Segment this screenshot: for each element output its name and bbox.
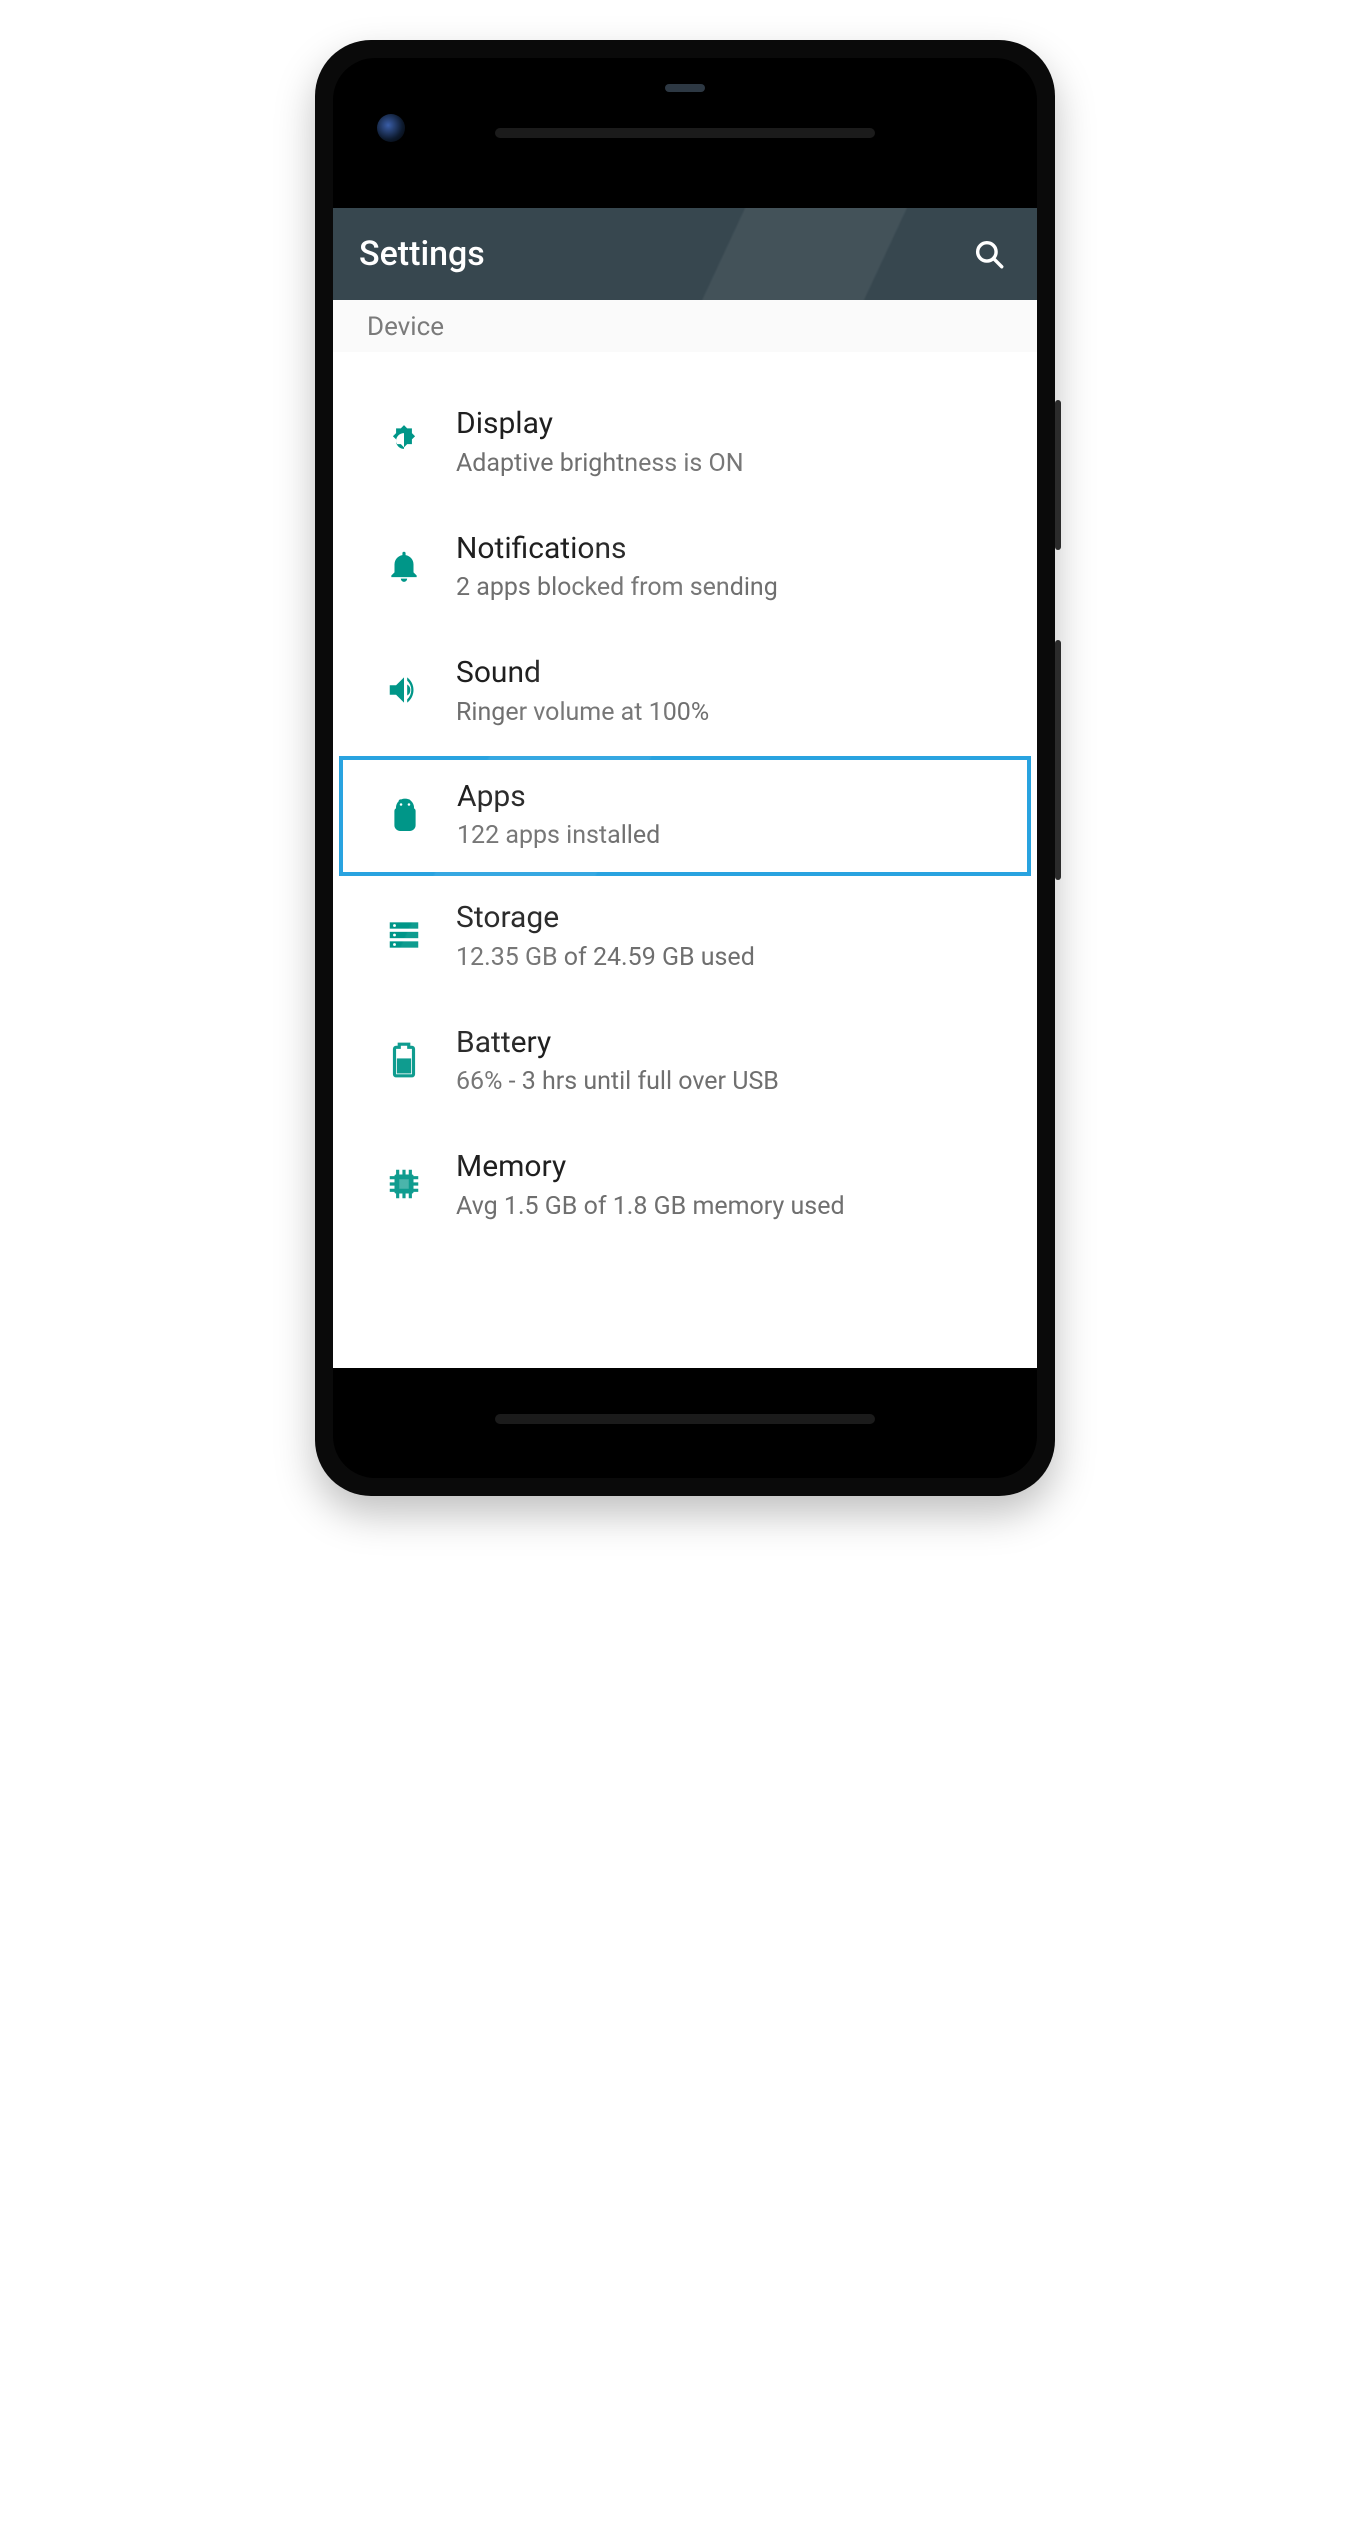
phone-top-bezel xyxy=(333,58,1037,208)
row-texts: Display Adaptive brightness is ON xyxy=(444,405,1006,478)
screen: Settings Device Display Adaptive brightne… xyxy=(333,208,1037,1368)
front-camera xyxy=(377,114,405,142)
row-title: Battery xyxy=(456,1024,1006,1062)
row-subtitle: 66% - 3 hrs until full over USB xyxy=(456,1067,1006,1096)
volume-icon xyxy=(364,671,444,709)
app-bar: Settings xyxy=(333,208,1037,300)
row-title: Memory xyxy=(456,1148,1006,1186)
row-texts: Battery 66% - 3 hrs until full over USB xyxy=(444,1024,1006,1097)
row-texts: Memory Avg 1.5 GB of 1.8 GB memory used xyxy=(444,1148,1006,1221)
storage-icon xyxy=(364,916,444,954)
settings-row-apps[interactable]: Apps 122 apps installed xyxy=(339,756,1031,877)
phone-inner: Settings Device Display Adaptive brightne… xyxy=(333,58,1037,1478)
row-subtitle: 2 apps blocked from sending xyxy=(456,573,1006,602)
row-title: Storage xyxy=(456,899,1006,937)
phone-frame: Settings Device Display Adaptive brightne… xyxy=(315,40,1055,1496)
bell-icon xyxy=(364,547,444,585)
row-subtitle: 122 apps installed xyxy=(457,821,1005,850)
row-title: Sound xyxy=(456,654,1006,692)
row-title: Apps xyxy=(457,778,1005,816)
settings-list: Display Adaptive brightness is ON Notifica… xyxy=(333,352,1037,1250)
settings-row-storage[interactable]: Storage 12.35 GB of 24.59 GB used xyxy=(333,876,1037,1001)
row-texts: Apps 122 apps installed xyxy=(445,778,1005,851)
page-title: Settings xyxy=(359,234,485,274)
battery-icon xyxy=(364,1041,444,1079)
row-texts: Storage 12.35 GB of 24.59 GB used xyxy=(444,899,1006,972)
volume-rocker xyxy=(1055,640,1061,880)
row-texts: Notifications 2 apps blocked from sending xyxy=(444,530,1006,603)
settings-row-display[interactable]: Display Adaptive brightness is ON xyxy=(333,382,1037,507)
memory-icon xyxy=(364,1165,444,1203)
proximity-sensor xyxy=(665,84,705,92)
search-button[interactable] xyxy=(967,232,1011,276)
section-header-device: Device xyxy=(333,300,1037,352)
settings-row-memory[interactable]: Memory Avg 1.5 GB of 1.8 GB memory used xyxy=(333,1125,1037,1250)
phone-bottom-bezel xyxy=(333,1368,1037,1478)
android-icon xyxy=(365,795,445,833)
bottom-speaker xyxy=(495,1414,875,1424)
earpiece-speaker xyxy=(495,128,875,138)
row-texts: Sound Ringer volume at 100% xyxy=(444,654,1006,727)
settings-row-sound[interactable]: Sound Ringer volume at 100% xyxy=(333,631,1037,756)
power-button xyxy=(1055,400,1061,550)
row-subtitle: Ringer volume at 100% xyxy=(456,698,1006,727)
content-area: Device Display Adaptive brightness is ON N… xyxy=(333,300,1037,1250)
row-subtitle: 12.35 GB of 24.59 GB used xyxy=(456,943,1006,972)
row-subtitle: Avg 1.5 GB of 1.8 GB memory used xyxy=(456,1192,1006,1221)
brightness-icon xyxy=(364,422,444,460)
row-title: Notifications xyxy=(456,530,1006,568)
search-icon xyxy=(972,237,1006,271)
row-title: Display xyxy=(456,405,1006,443)
settings-row-battery[interactable]: Battery 66% - 3 hrs until full over USB xyxy=(333,1001,1037,1126)
row-subtitle: Adaptive brightness is ON xyxy=(456,449,1006,478)
settings-row-notifications[interactable]: Notifications 2 apps blocked from sending xyxy=(333,507,1037,632)
